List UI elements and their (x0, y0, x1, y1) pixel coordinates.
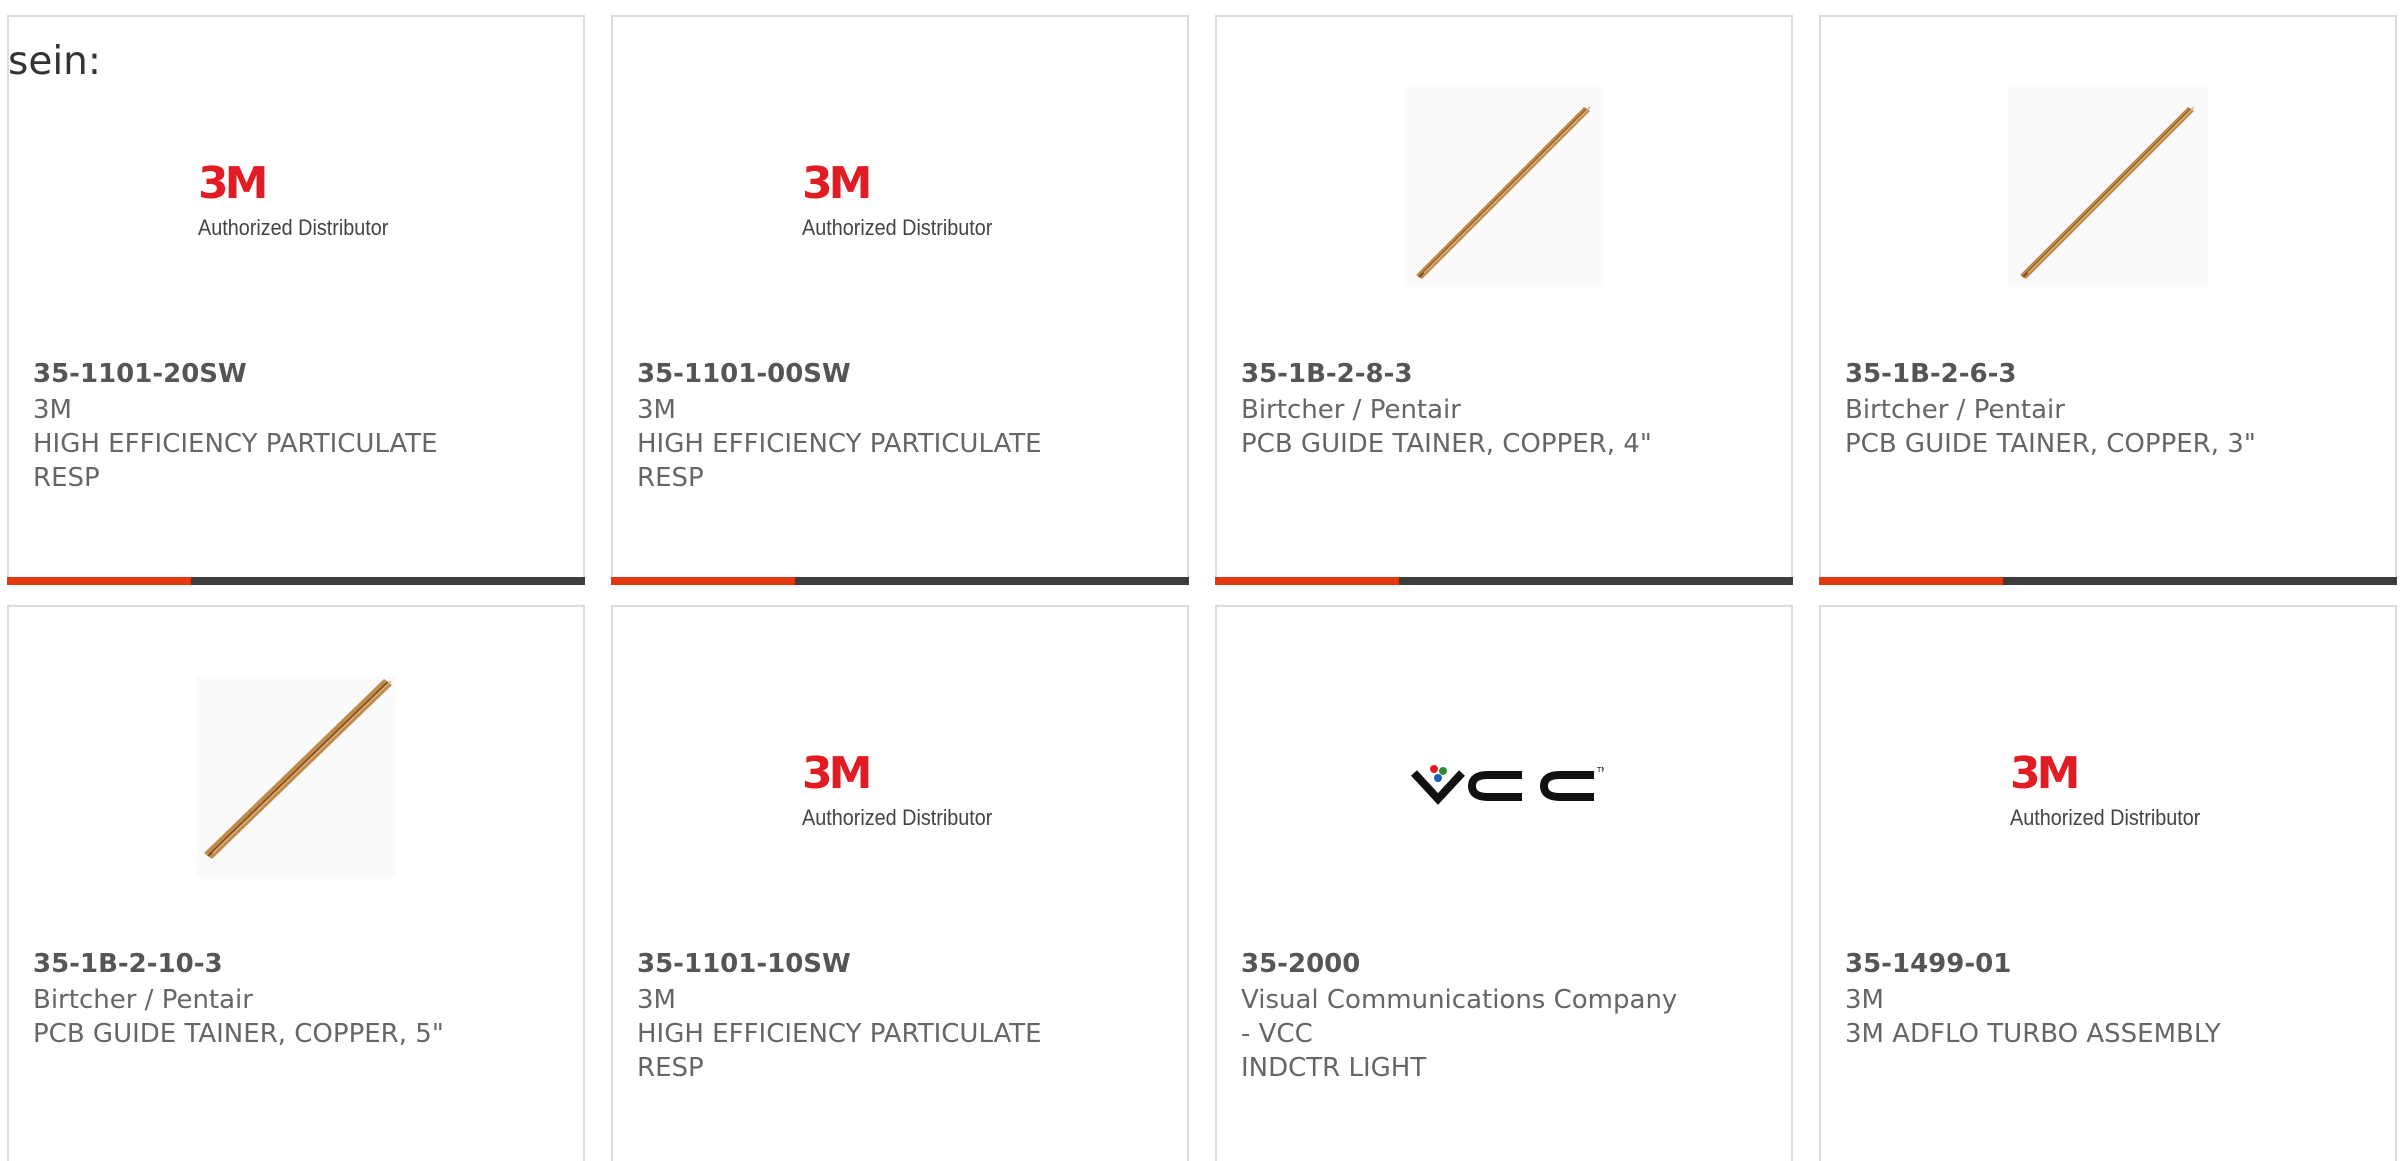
part-number-link[interactable]: 35-1101-20SW (33, 359, 247, 389)
product-image[interactable]: TM (1404, 677, 1604, 877)
manufacturer-line: - VCC (1241, 1019, 1313, 1049)
manufacturer-name: Birtcher / Pentair (1241, 395, 1461, 425)
product-description: PCB GUIDE TAINER, COPPER, 4" (1241, 427, 1711, 461)
product-grid: 3M Authorized Distributor 35-1101-20SW 3… (0, 0, 2400, 1161)
part-number-link[interactable]: 35-1499-01 (1845, 949, 2011, 979)
vcc-logo: TM (1411, 765, 1604, 805)
3m-logo-mark: 3M (802, 158, 872, 209)
part-number-link[interactable]: 35-1101-10SW (637, 949, 851, 979)
manufacturer-name: Birtcher / Pentair (33, 985, 253, 1015)
part-number-link[interactable]: 35-2000 (1241, 949, 1360, 979)
copper-guide-rail-image (196, 677, 396, 877)
product-image[interactable]: 3M Authorized Distributor (800, 87, 1000, 287)
product-card[interactable]: 3M Authorized Distributor 35-1499-01 3M … (1819, 605, 2397, 1161)
product-card[interactable]: 35-1B-2-6-3 Birtcher / Pentair PCB GUIDE… (1819, 15, 2397, 585)
manufacturer-line: Visual Communications Company (1241, 985, 1678, 1015)
3m-authorized-distributor-logo: 3M Authorized Distributor (800, 87, 1000, 287)
description-line: 3M ADFLO TURBO ASSEMBLY (1845, 1019, 2221, 1049)
3m-logo-mark: 3M (802, 748, 872, 799)
description-line: HIGH EFFICIENCY PARTICULATE (637, 429, 1042, 459)
manufacturer-name: Visual Communications Company - VCC (1241, 983, 1711, 1051)
svg-text:TM: TM (1596, 766, 1604, 774)
part-number-link[interactable]: 35-1B-2-10-3 (33, 949, 223, 979)
3m-authorized-distributor-logo: 3M Authorized Distributor (800, 677, 1000, 877)
manufacturer-name: 3M (637, 985, 676, 1015)
card-bottom-bar (611, 577, 1189, 585)
product-description: HIGH EFFICIENCY PARTICULATE RESP (637, 427, 1107, 495)
product-image[interactable]: 3M Authorized Distributor (800, 677, 1000, 877)
part-number-link[interactable]: 35-1101-00SW (637, 359, 851, 389)
product-card[interactable]: TM 35-2000 Visual Communications Company… (1215, 605, 1793, 1161)
description-line: PCB GUIDE TAINER, COPPER, 4" (1241, 429, 1652, 459)
description-line: PCB GUIDE TAINER, COPPER, 5" (33, 1019, 444, 1049)
part-number-link[interactable]: 35-1B-2-6-3 (1845, 359, 2017, 389)
card-bottom-bar (1819, 577, 2397, 585)
description-line: RESP (637, 463, 704, 493)
product-image[interactable] (1404, 87, 1604, 287)
product-image[interactable] (2008, 87, 2208, 287)
3m-logo-mark: 3M (198, 158, 268, 209)
manufacturer-name: 3M (33, 395, 72, 425)
description-line: RESP (637, 1053, 704, 1083)
manufacturer-name: 3M (637, 395, 676, 425)
product-description: 3M ADFLO TURBO ASSEMBLY (1845, 1017, 2315, 1051)
card-accent-bar (1215, 577, 1399, 585)
product-image[interactable] (196, 677, 396, 877)
3m-logo-subtitle: Authorized Distributor (2010, 805, 2201, 830)
manufacturer-name: 3M (1845, 985, 1884, 1015)
description-line: HIGH EFFICIENCY PARTICULATE (637, 1019, 1042, 1049)
3m-logo-subtitle: Authorized Distributor (198, 215, 389, 240)
3m-authorized-distributor-logo: 3M Authorized Distributor (196, 87, 396, 287)
product-description: HIGH EFFICIENCY PARTICULATE RESP (33, 427, 503, 495)
copper-guide-rail-image (1404, 87, 1604, 287)
product-description: INDCTR LIGHT (1241, 1051, 1711, 1085)
card-bottom-bar (1215, 577, 1793, 585)
part-number-link[interactable]: 35-1B-2-8-3 (1241, 359, 1413, 389)
product-card[interactable]: 35-1B-2-8-3 Birtcher / Pentair PCB GUIDE… (1215, 15, 1793, 585)
description-line: INDCTR LIGHT (1241, 1053, 1427, 1083)
product-description: HIGH EFFICIENCY PARTICULATE RESP (637, 1017, 1107, 1085)
description-line: HIGH EFFICIENCY PARTICULATE (33, 429, 438, 459)
product-description: PCB GUIDE TAINER, COPPER, 3" (1845, 427, 2315, 461)
product-card[interactable]: 3M Authorized Distributor 35-1101-20SW 3… (7, 15, 585, 585)
card-bottom-bar (7, 577, 585, 585)
manufacturer-name: Birtcher / Pentair (1845, 395, 2065, 425)
product-image[interactable]: 3M Authorized Distributor (2008, 677, 2208, 877)
copper-guide-rail-image (2008, 87, 2208, 287)
card-accent-bar (611, 577, 795, 585)
3m-logo-subtitle: Authorized Distributor (802, 215, 993, 240)
description-line: RESP (33, 463, 100, 493)
product-card[interactable]: 35-1B-2-10-3 Birtcher / Pentair PCB GUID… (7, 605, 585, 1161)
3m-logo-mark: 3M (2010, 748, 2080, 799)
card-accent-bar (1819, 577, 2003, 585)
3m-logo-subtitle: Authorized Distributor (802, 805, 993, 830)
product-grid-page: sein: 3M Authorized Distributor 35-1101-… (0, 0, 2400, 1161)
product-description: PCB GUIDE TAINER, COPPER, 5" (33, 1017, 503, 1051)
product-image[interactable]: 3M Authorized Distributor (196, 87, 396, 287)
3m-authorized-distributor-logo: 3M Authorized Distributor (2008, 677, 2208, 877)
product-card[interactable]: 3M Authorized Distributor 35-1101-10SW 3… (611, 605, 1189, 1161)
card-accent-bar (7, 577, 191, 585)
description-line: PCB GUIDE TAINER, COPPER, 3" (1845, 429, 2256, 459)
lead-text: sein: (8, 39, 102, 84)
product-card[interactable]: 3M Authorized Distributor 35-1101-00SW 3… (611, 15, 1189, 585)
